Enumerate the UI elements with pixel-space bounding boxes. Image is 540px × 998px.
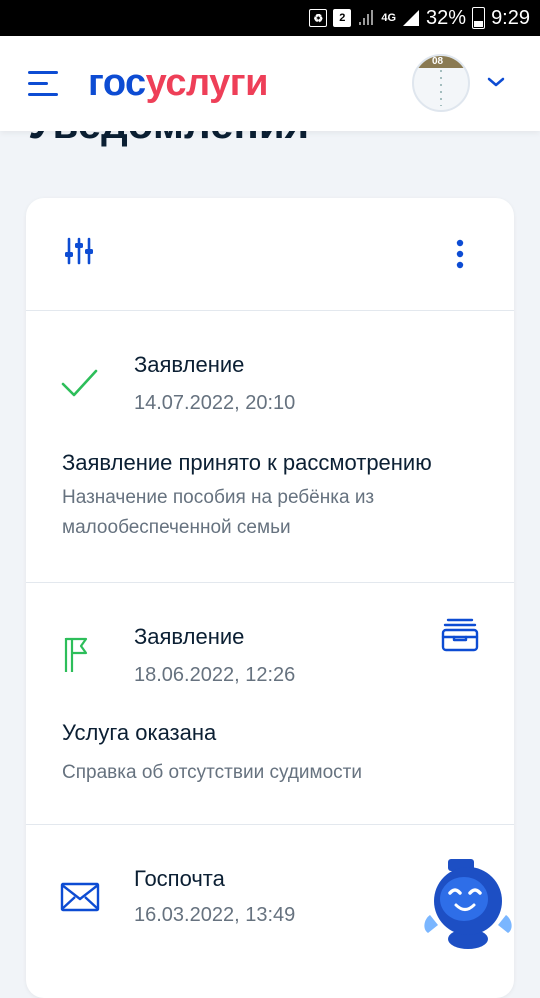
notification-item[interactable]: Заявление 14.07.2022, 20:10 Заявление пр… <box>26 310 514 583</box>
notification-type: Госпочта <box>134 866 225 891</box>
app-header: госуслуги 08 <box>0 36 540 131</box>
signal-strength-icon <box>403 10 420 26</box>
envelope-icon <box>60 882 100 912</box>
clock: 9:29 <box>491 6 530 29</box>
notification-title: Услуга оказана <box>62 720 217 745</box>
archive-icon[interactable] <box>440 618 480 652</box>
notification-item[interactable]: Заявление 18.06.2022, 12:26 Услуга оказа… <box>26 582 514 825</box>
notification-date: 18.06.2022, 12:26 <box>134 664 296 686</box>
chevron-down-icon[interactable] <box>484 70 508 94</box>
notification-description: Справка об отсутствии судимости <box>62 762 362 783</box>
avatar[interactable]: 08 <box>412 54 470 112</box>
notification-date: 14.07.2022, 20:10 <box>134 392 296 414</box>
notifications-toolbar <box>26 198 514 311</box>
recycle-notification-icon: ♻ <box>309 9 328 27</box>
sim-badge: 2 <box>333 9 352 27</box>
notification-description: Назначение пособия на ребёнка из малообе… <box>62 487 375 538</box>
status-bar: ♻ 2 4G 32% 9:29 <box>0 0 540 36</box>
notification-date: 16.03.2022, 13:49 <box>134 904 296 926</box>
filter-sliders-icon[interactable] <box>64 236 94 266</box>
menu-icon[interactable] <box>28 71 58 97</box>
notification-type: Заявление <box>134 352 245 377</box>
network-type: 4G <box>381 12 397 24</box>
battery-percent: 32% <box>426 6 467 29</box>
notification-title: Заявление принято к рассмотрению <box>62 450 432 475</box>
assistant-robot-icon[interactable] <box>420 855 516 951</box>
checkmark-icon <box>61 369 98 397</box>
flag-icon <box>64 637 88 672</box>
avatar-dotted-lines <box>440 70 442 106</box>
gosuslugi-logo[interactable]: госуслуги <box>88 62 268 105</box>
battery-icon <box>472 7 486 29</box>
signal-icon <box>359 10 374 25</box>
notification-type: Заявление <box>134 624 245 649</box>
more-vertical-icon[interactable] <box>450 238 470 270</box>
status-bar-indicators: ♻ 2 4G 32% 9:29 <box>309 0 530 36</box>
